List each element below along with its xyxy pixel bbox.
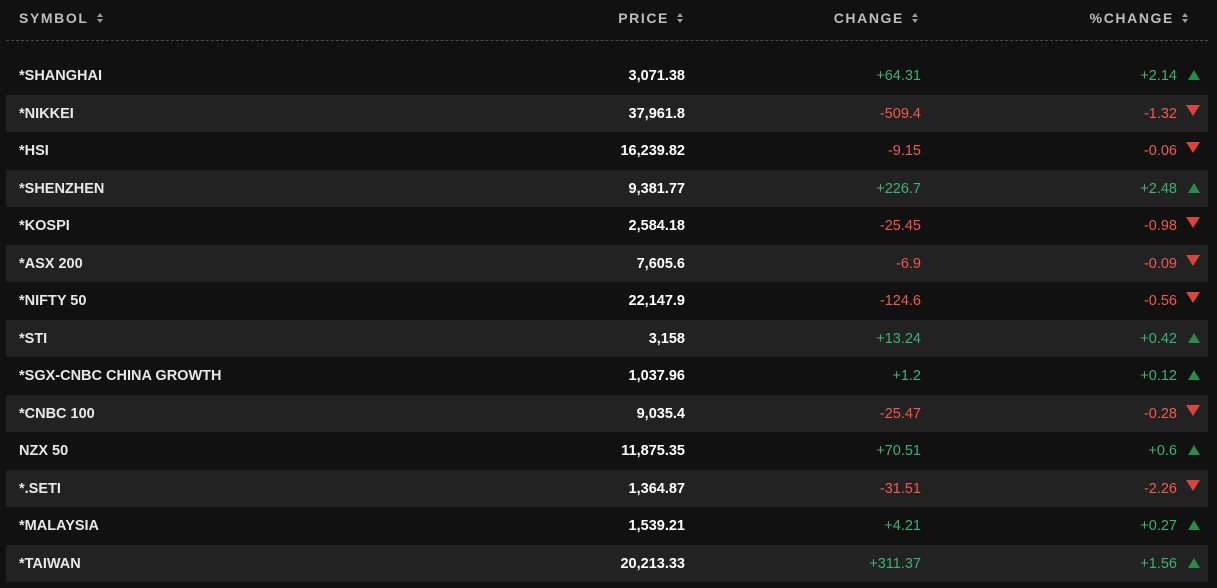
symbol-link[interactable]: NZX 50 — [19, 443, 68, 459]
table-body: *SHANGHAI 3,071.38 +64.31 +2.14 *NIKKEI 37,96… — [6, 57, 1208, 582]
pct-change-value: +0.12 — [1140, 368, 1177, 384]
change-value: +4.21 — [884, 518, 921, 534]
pct-change-value: -0.28 — [1143, 405, 1177, 422]
price-value: 7,605.6 — [636, 255, 685, 272]
change-value: -509.4 — [879, 105, 921, 122]
symbol-link[interactable]: *SHANGHAI — [19, 68, 102, 84]
triangle-up-icon — [1188, 557, 1200, 568]
table-row[interactable]: *.SETI 1,364.87 -31.51 -2.26 — [6, 469, 1208, 507]
pct-change-value: +0.27 — [1140, 518, 1177, 534]
triangle-up-icon — [1188, 370, 1200, 380]
table-row[interactable]: *NIKKEI 37,961.8 -509.4 -1.32 — [6, 94, 1208, 132]
sort-arrows-icon — [96, 13, 103, 23]
symbol-link[interactable]: *SGX-CNBC CHINA GROWTH — [19, 368, 221, 384]
header-symbol-label: SYMBOL — [19, 10, 89, 26]
pct-change-value: -0.56 — [1143, 293, 1177, 309]
price-value: 20,213.33 — [620, 555, 685, 572]
price-value: 3,071.38 — [628, 68, 685, 84]
triangle-up-icon — [1188, 182, 1200, 193]
change-value: +1.2 — [892, 368, 921, 384]
triangle-down-icon — [1186, 104, 1200, 116]
header-change-label: CHANGE — [833, 10, 904, 26]
symbol-link[interactable]: *MALAYSIA — [19, 518, 99, 534]
symbol-link[interactable]: *KOSPI — [19, 218, 70, 234]
table-row[interactable]: *SHANGHAI 3,071.38 +64.31 +2.14 — [6, 57, 1208, 95]
sort-arrows-icon — [677, 13, 683, 23]
price-value: 9,381.77 — [628, 180, 685, 197]
table-row[interactable]: *KOSPI 2,584.18 -25.45 -0.98 — [6, 207, 1208, 245]
change-value: +311.37 — [869, 555, 921, 572]
pct-change-value: +0.42 — [1140, 330, 1177, 347]
table-row[interactable]: *NIFTY 50 22,147.9 -124.6 -0.56 — [6, 282, 1208, 320]
change-value: +70.51 — [876, 443, 921, 459]
table-header: SYMBOL PRICE CHANGE %CHANGE — [6, 0, 1208, 41]
change-value: -25.47 — [879, 405, 921, 422]
symbol-link[interactable]: *HSI — [19, 143, 49, 159]
sort-arrows-icon — [912, 13, 918, 23]
pct-change-value: +1.56 — [1140, 555, 1177, 572]
price-value: 1,037.96 — [628, 368, 685, 384]
change-value: +13.24 — [876, 330, 921, 347]
sort-price-header[interactable]: PRICE — [618, 10, 683, 26]
pct-change-value: -0.06 — [1143, 143, 1177, 159]
price-value: 22,147.9 — [628, 293, 685, 309]
pct-change-value: -2.26 — [1143, 480, 1177, 497]
change-value: +64.31 — [876, 68, 921, 84]
sort-pct-change-header[interactable]: %CHANGE — [1090, 10, 1188, 26]
symbol-link[interactable]: *NIKKEI — [19, 106, 74, 122]
header-price-label: PRICE — [618, 10, 669, 26]
table-row[interactable]: *HSI 16,239.82 -9.15 -0.06 — [6, 132, 1208, 170]
sort-change-header[interactable]: CHANGE — [834, 10, 918, 26]
price-value: 16,239.82 — [620, 143, 685, 159]
triangle-up-icon — [1188, 445, 1200, 455]
market-table: SYMBOL PRICE CHANGE %CHANGE *SHANGHAI 3,0… — [6, 0, 1208, 582]
price-value: 1,364.87 — [628, 480, 685, 497]
change-value: -31.51 — [879, 480, 921, 497]
triangle-down-icon — [1186, 292, 1200, 303]
price-value: 1,539.21 — [628, 518, 685, 534]
symbol-link[interactable]: *.SETI — [19, 481, 61, 497]
triangle-down-icon — [1186, 404, 1200, 416]
table-row[interactable]: *SGX-CNBC CHINA GROWTH 1,037.96 +1.2 +0.12 — [6, 357, 1208, 395]
pct-change-value: -0.09 — [1143, 255, 1177, 272]
pct-change-value: +2.14 — [1140, 68, 1177, 84]
pct-change-value: +2.48 — [1140, 180, 1177, 197]
triangle-up-icon — [1188, 70, 1200, 80]
price-value: 37,961.8 — [628, 105, 685, 122]
price-value: 11,875.35 — [621, 443, 685, 459]
change-value: +226.7 — [876, 180, 921, 197]
change-value: -25.45 — [879, 218, 921, 234]
triangle-down-icon — [1186, 142, 1200, 153]
change-value: -6.9 — [896, 255, 921, 272]
sort-symbol-header[interactable]: SYMBOL — [19, 10, 103, 26]
pct-change-value: -1.32 — [1143, 105, 1177, 122]
triangle-down-icon — [1186, 479, 1200, 491]
triangle-up-icon — [1188, 520, 1200, 530]
triangle-up-icon — [1188, 332, 1200, 343]
symbol-link[interactable]: *TAIWAN — [19, 556, 81, 572]
sort-arrows-icon — [1182, 13, 1188, 23]
header-pct-change-label: %CHANGE — [1089, 10, 1174, 26]
symbol-link[interactable]: *SHENZHEN — [19, 181, 104, 197]
table-row[interactable]: *CNBC 100 9,035.4 -25.47 -0.28 — [6, 394, 1208, 432]
table-row[interactable]: NZX 50 11,875.35 +70.51 +0.6 — [6, 432, 1208, 470]
pct-change-value: +0.6 — [1148, 443, 1177, 459]
table-row[interactable]: *ASX 200 7,605.6 -6.9 -0.09 — [6, 244, 1208, 282]
price-value: 9,035.4 — [636, 405, 685, 422]
table-row[interactable]: *TAIWAN 20,213.33 +311.37 +1.56 — [6, 544, 1208, 582]
change-value: -124.6 — [879, 293, 921, 309]
symbol-link[interactable]: *STI — [19, 331, 47, 347]
triangle-down-icon — [1186, 217, 1200, 228]
symbol-link[interactable]: *ASX 200 — [19, 256, 83, 272]
triangle-down-icon — [1186, 254, 1200, 266]
table-row[interactable]: *SHENZHEN 9,381.77 +226.7 +2.48 — [6, 169, 1208, 207]
change-value: -9.15 — [887, 143, 921, 159]
table-row[interactable]: *MALAYSIA 1,539.21 +4.21 +0.27 — [6, 507, 1208, 545]
symbol-link[interactable]: *CNBC 100 — [19, 406, 95, 422]
table-row[interactable]: *STI 3,158 +13.24 +0.42 — [6, 319, 1208, 357]
price-value: 3,158 — [648, 330, 685, 347]
price-value: 2,584.18 — [628, 218, 685, 234]
symbol-link[interactable]: *NIFTY 50 — [19, 293, 86, 309]
pct-change-value: -0.98 — [1143, 218, 1177, 234]
